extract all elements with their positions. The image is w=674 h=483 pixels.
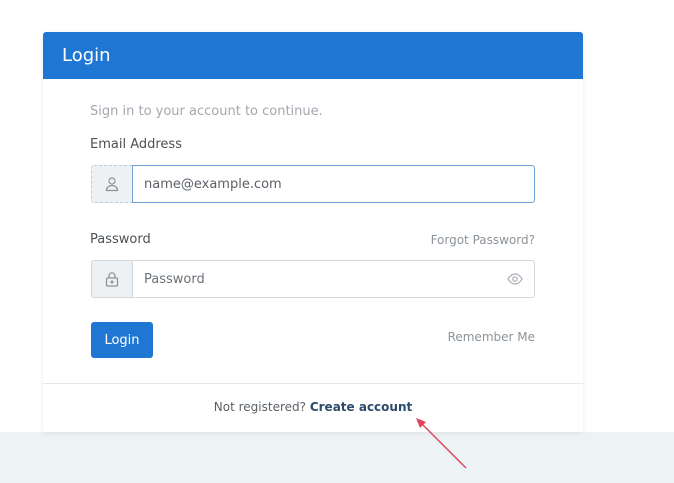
email-input-group: name@example.com: [91, 165, 535, 203]
email-placeholder: name@example.com: [144, 176, 282, 192]
card-divider: [43, 383, 583, 384]
card-footer: Not registered? Create account: [43, 400, 583, 414]
page-footer-band: [0, 432, 674, 483]
login-card: Login Sign in to your account to continu…: [43, 32, 583, 432]
password-field[interactable]: Password: [132, 260, 535, 298]
email-field[interactable]: name@example.com: [132, 165, 535, 203]
forgot-password-link[interactable]: Forgot Password?: [431, 233, 535, 247]
annotation-arrow-icon: [416, 418, 467, 469]
login-button[interactable]: Login: [91, 322, 153, 358]
password-label: Password: [90, 232, 151, 247]
password-placeholder: Password: [144, 271, 205, 287]
card-title: Login: [62, 45, 111, 66]
user-icon: [91, 165, 132, 203]
login-page: Login Sign in to your account to continu…: [0, 0, 674, 483]
login-subtitle: Sign in to your account to continue.: [90, 104, 323, 119]
eye-icon[interactable]: [507, 272, 523, 286]
password-input-group: Password: [91, 260, 535, 298]
card-header: Login: [43, 32, 583, 79]
email-label: Email Address: [90, 137, 182, 152]
not-registered-text: Not registered?: [213, 400, 306, 414]
lock-icon: [91, 260, 132, 298]
remember-me-toggle[interactable]: Remember Me: [448, 330, 535, 344]
create-account-link[interactable]: Create account: [310, 400, 412, 414]
